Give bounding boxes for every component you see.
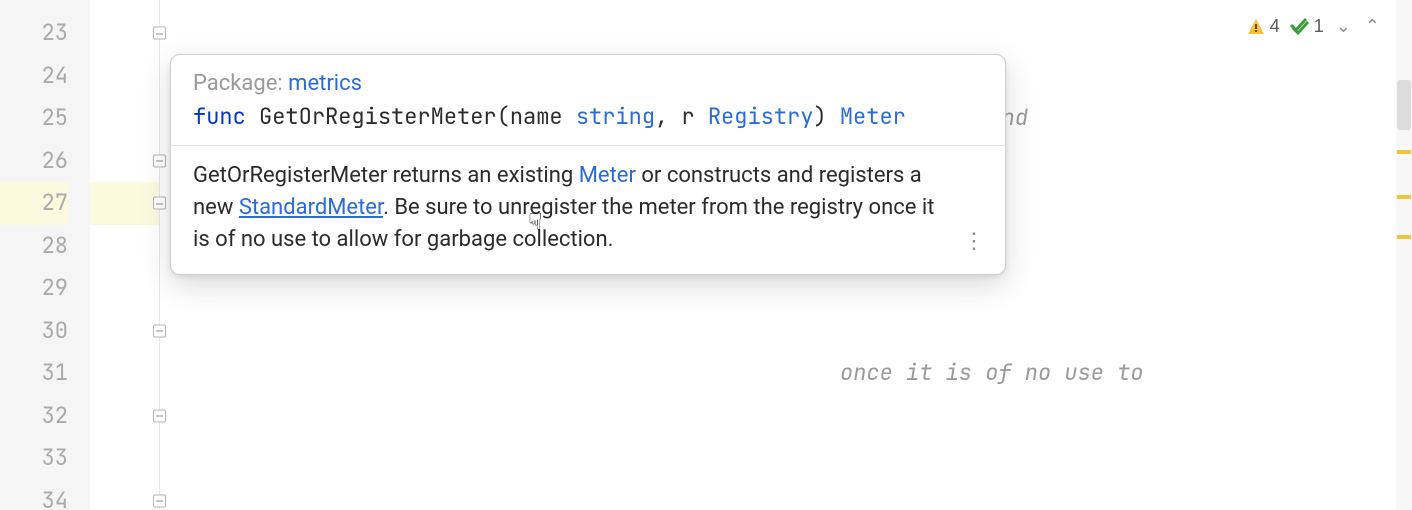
doc-signature: func GetOrRegisterMeter(name string, r R…: [193, 102, 983, 131]
inspection-indicators: 4 1 ⌄ ⌃: [1246, 16, 1382, 37]
ok-count: 1: [1314, 16, 1324, 37]
line-number: 25: [0, 97, 68, 140]
doc-body: GetOrRegisterMeter returns an existing M…: [171, 146, 1005, 274]
doc-text: GetOrRegisterMeter returns an existing: [193, 163, 579, 188]
sig-text: , r: [655, 102, 708, 131]
chevron-down-icon[interactable]: ⌄: [1334, 16, 1353, 37]
type-link[interactable]: Meter: [840, 102, 906, 131]
line-number: 28: [0, 225, 68, 268]
stripe-warning-mark[interactable]: [1397, 235, 1411, 239]
line-number: 27: [0, 182, 68, 225]
doc-package: Package: metrics: [193, 71, 983, 96]
scrollbar-thumb[interactable]: [1397, 80, 1411, 130]
check-icon: [1290, 17, 1310, 37]
chevron-up-icon[interactable]: ⌃: [1363, 16, 1382, 37]
more-actions-icon[interactable]: ⋮: [963, 226, 987, 258]
warning-indicator[interactable]: 4: [1246, 16, 1280, 37]
quick-doc-popup[interactable]: Package: metrics func GetOrRegisterMeter…: [170, 54, 1006, 275]
code-line[interactable]: once it is of no use to: [170, 352, 1412, 395]
line-number: 32: [0, 395, 68, 438]
warning-icon: [1246, 17, 1266, 37]
line-number: 33: [0, 437, 68, 480]
line-number: 30: [0, 310, 68, 353]
comment-text: once it is of no use to: [170, 358, 1144, 387]
doc-header: Package: metrics func GetOrRegisterMeter…: [171, 55, 1005, 146]
line-number: 34: [0, 480, 68, 510]
package-label: Package:: [193, 71, 288, 96]
line-number: 24: [0, 55, 68, 98]
type-link[interactable]: Registry: [708, 102, 814, 131]
type-link[interactable]: string: [576, 102, 655, 131]
error-stripe[interactable]: [1396, 0, 1412, 510]
ok-indicator[interactable]: 1: [1290, 16, 1324, 37]
line-number: 31: [0, 352, 68, 395]
sig-text: ): [813, 102, 839, 131]
fold-gutter: [90, 0, 160, 510]
line-number: 29: [0, 267, 68, 310]
line-number-gutter: 23 24 25 26 27 28 29 30 31 32 33 34: [0, 0, 90, 510]
stripe-warning-mark[interactable]: [1397, 150, 1411, 154]
warning-count: 4: [1270, 16, 1280, 37]
line-number: 26: [0, 140, 68, 183]
code-line[interactable]: [170, 480, 1412, 510]
doc-link-meter[interactable]: Meter: [579, 163, 636, 188]
line-number: 23: [0, 12, 68, 55]
doc-link-standardmeter[interactable]: StandardMeter: [239, 195, 383, 220]
package-link[interactable]: metrics: [288, 71, 362, 96]
keyword: func: [193, 102, 246, 131]
sig-text: GetOrRegisterMeter(name: [246, 102, 576, 131]
stripe-warning-mark[interactable]: [1397, 195, 1411, 199]
